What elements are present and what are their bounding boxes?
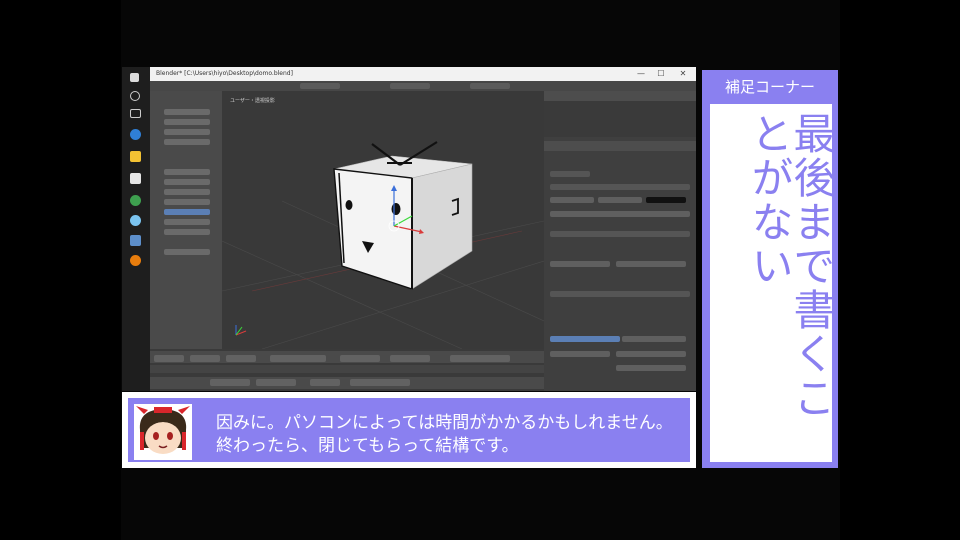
tool-button[interactable]	[164, 179, 210, 185]
blender-menubar	[150, 81, 696, 91]
render-engine-selector[interactable]	[470, 83, 510, 89]
tool-button[interactable]	[164, 139, 210, 145]
tool-button[interactable]	[164, 249, 210, 255]
pivot-selector[interactable]	[390, 355, 430, 362]
playback-controls[interactable]	[350, 379, 410, 386]
windows-start-icon[interactable]	[130, 73, 139, 82]
tool-shelf	[150, 91, 222, 349]
color-swatch[interactable]	[646, 197, 686, 203]
store-icon[interactable]	[130, 173, 141, 184]
yukkuri-reimu-avatar	[134, 404, 192, 460]
property-field[interactable]	[598, 197, 642, 203]
property-field[interactable]	[616, 261, 686, 267]
windows-taskbar	[122, 67, 150, 391]
3d-viewport[interactable]: ユーザー・透視投影	[221, 91, 545, 350]
subtitle-box: 因みに。パソコンによっては時間がかかるかもしれません。 終わったら、閉じてもらっ…	[122, 392, 696, 468]
tool-button[interactable]	[164, 229, 210, 235]
window-titlebar: Blender* [C:\Users\hiyo\Desktop\domo.ble…	[150, 67, 696, 81]
edge-icon[interactable]	[130, 129, 141, 140]
blender-window: Blender* [C:\Users\hiyo\Desktop\domo.ble…	[122, 67, 696, 391]
task-view-icon[interactable]	[130, 109, 141, 118]
end-frame-field[interactable]	[256, 379, 296, 386]
supplement-body: 最後まで書くことがない	[710, 104, 836, 462]
scene-selector[interactable]	[390, 83, 430, 89]
supplement-header: 補足コーナー	[724, 78, 815, 96]
viewport-header	[150, 351, 544, 363]
subtitle-inner: 因みに。パソコンによっては時間がかかるかもしれません。 終わったら、閉じてもらっ…	[128, 398, 690, 462]
property-field[interactable]	[616, 365, 686, 371]
property-field[interactable]	[550, 197, 594, 203]
property-row[interactable]	[550, 171, 590, 177]
search-icon[interactable]	[130, 91, 140, 101]
tool-button[interactable]	[164, 109, 210, 115]
tool-button[interactable]	[164, 129, 210, 135]
subtitle-line-2: 終わったら、閉じてもらって結構です。	[216, 436, 519, 456]
start-frame-field[interactable]	[210, 379, 250, 386]
minimize-button[interactable]: —	[632, 67, 650, 81]
property-row[interactable]	[550, 291, 690, 297]
subtitle-line-1: 因みに。パソコンによっては時間がかかるかもしれません。	[216, 413, 673, 433]
property-field[interactable]	[550, 261, 610, 267]
property-row[interactable]	[550, 184, 690, 190]
property-field[interactable]	[550, 351, 610, 357]
layer-buttons[interactable]	[450, 355, 510, 362]
property-row[interactable]	[550, 231, 690, 237]
properties-tabs[interactable]	[544, 141, 696, 151]
axis-indicator	[235, 325, 247, 336]
supplement-text-container: 最後まで書くことがない	[710, 112, 836, 452]
explorer-icon[interactable]	[130, 151, 141, 162]
current-frame-field[interactable]	[310, 379, 340, 386]
tool-button[interactable]	[164, 219, 210, 225]
tool-button[interactable]	[164, 189, 210, 195]
viewport-label: ユーザー・透視投影	[230, 98, 275, 104]
properties-panel	[544, 91, 696, 391]
tool-button[interactable]	[164, 199, 210, 205]
property-field[interactable]	[550, 211, 690, 217]
timeline-ruler[interactable]	[150, 365, 544, 373]
domo-cube-model[interactable]	[333, 141, 473, 290]
tool-button-active[interactable]	[164, 209, 210, 215]
property-toggle-active[interactable]	[550, 336, 620, 342]
shading-selector[interactable]	[340, 355, 380, 362]
outliner[interactable]	[544, 101, 696, 137]
outliner-header	[544, 91, 696, 101]
select-menu[interactable]	[190, 355, 220, 362]
viewport-header-and-timeline	[150, 349, 544, 391]
supplement-main-text: 最後まで書くことがない	[745, 112, 836, 420]
window-title: Blender* [C:\Users\hiyo\Desktop\domo.ble…	[156, 70, 293, 77]
app-icon[interactable]	[130, 235, 141, 246]
timeline-header	[150, 377, 544, 389]
blender-taskbar-icon[interactable]	[130, 255, 141, 266]
view-menu[interactable]	[154, 355, 184, 362]
object-menu[interactable]	[226, 355, 256, 362]
maximize-button[interactable]: ☐	[652, 67, 670, 81]
supplement-panel: 補足コーナー 最後まで書くことがない	[702, 70, 838, 468]
browser-icon[interactable]	[130, 215, 141, 226]
property-toggle[interactable]	[622, 336, 686, 342]
tool-button[interactable]	[164, 119, 210, 125]
layout-selector[interactable]	[300, 83, 340, 89]
tool-button[interactable]	[164, 169, 210, 175]
viewport-scene	[221, 141, 545, 350]
close-button[interactable]: ✕	[674, 67, 692, 81]
mode-selector[interactable]	[270, 355, 326, 362]
chrome-icon[interactable]	[130, 195, 141, 206]
property-field[interactable]	[616, 351, 686, 357]
